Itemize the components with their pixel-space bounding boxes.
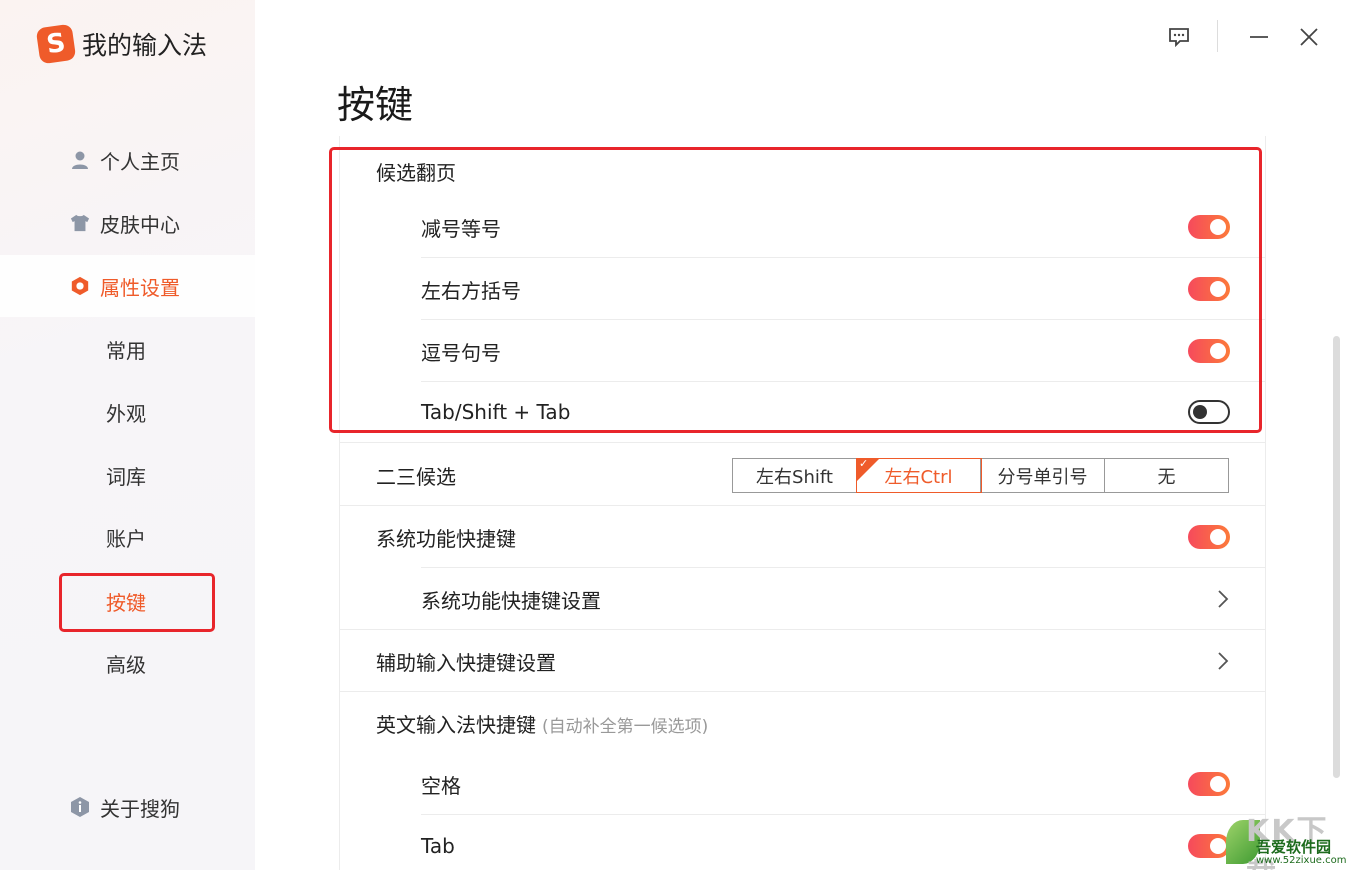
setting-row-second-third-candidate: 二三候选 左右Shift ✓ 左右Ctrl 分号单引号 无 xyxy=(339,444,1266,506)
hexagon-settings-icon xyxy=(70,276,90,296)
sogou-logo-icon: S xyxy=(35,23,77,65)
toggle-switch[interactable] xyxy=(1188,525,1230,549)
chevron-right-icon xyxy=(1216,651,1230,671)
sidebar-item-label: 高级 xyxy=(106,652,146,677)
toggle-knob xyxy=(1210,838,1226,854)
app-title: 我的输入法 xyxy=(82,31,208,60)
watermark-url-text: www.52zixue.com xyxy=(1256,855,1347,866)
minimize-icon[interactable] xyxy=(1244,22,1274,52)
vertical-scrollbar[interactable] xyxy=(1333,336,1340,778)
nav-item-label: 个人主页 xyxy=(100,149,180,174)
segment-option-shift[interactable]: 左右Shift xyxy=(733,459,857,492)
nav-item-skins[interactable]: 皮肤中心 xyxy=(0,192,255,254)
chevron-right-icon xyxy=(1216,589,1230,609)
toggle-switch[interactable] xyxy=(1188,834,1230,858)
titlebar-divider xyxy=(1217,20,1218,52)
segment-label: 左右Ctrl xyxy=(884,466,953,488)
sidebar-item-common[interactable]: 常用 xyxy=(0,318,255,380)
watermark-main-text: 吾爱软件园 xyxy=(1256,838,1332,856)
setting-row-system-shortcut-settings[interactable]: 系统功能快捷键设置 xyxy=(339,568,1266,630)
sidebar-item-label: 词库 xyxy=(106,464,146,489)
setting-label: Tab xyxy=(421,834,455,858)
setting-label: 系统功能快捷键设置 xyxy=(421,588,601,613)
nav-item-label: 皮肤中心 xyxy=(100,212,180,237)
nav-item-properties[interactable]: 属性设置 xyxy=(0,255,255,317)
nav-item-profile[interactable]: 个人主页 xyxy=(0,129,255,191)
setting-label: 空格 xyxy=(421,773,461,798)
segment-label: 左右Shift xyxy=(756,466,833,488)
nav-item-label: 关于搜狗 xyxy=(100,796,180,821)
watermark: KK下载 吾爱软件园 www.52zixue.com xyxy=(1226,806,1350,870)
setting-row-space: 空格 xyxy=(339,753,1266,815)
sidebar-item-label: 账户 xyxy=(106,526,146,551)
sidebar-item-dictionary[interactable]: 词库 xyxy=(0,444,255,506)
sidebar-item-appearance[interactable]: 外观 xyxy=(0,381,255,443)
nav-item-about[interactable]: 关于搜狗 xyxy=(0,776,255,838)
toggle-knob xyxy=(1210,776,1226,792)
setting-label: 英文输入法快捷键 (自动补全第一候选项) xyxy=(376,709,708,738)
person-icon xyxy=(70,150,90,170)
check-icon: ✓ xyxy=(859,457,869,470)
page-title: 按键 xyxy=(337,83,414,127)
sidebar-item-label: 常用 xyxy=(106,338,146,363)
sidebar-item-account[interactable]: 账户 xyxy=(0,506,255,568)
segment-label: 无 xyxy=(1157,466,1176,488)
setting-row-aux-input-settings[interactable]: 辅助输入快捷键设置 xyxy=(339,630,1266,692)
segment-option-none[interactable]: 无 xyxy=(1105,459,1228,492)
segmented-control: 左右Shift ✓ 左右Ctrl 分号单引号 无 xyxy=(732,457,1229,493)
sidebar: S 我的输入法 个人主页 皮肤中心 属性设置 常用 外观 词库 账户 按键 高级 xyxy=(0,0,255,870)
segment-label: 分号单引号 xyxy=(997,466,1088,488)
annotation-highlight-box xyxy=(329,147,1262,433)
app-logo: S 我的输入法 xyxy=(35,23,208,65)
setting-label: 辅助输入快捷键设置 xyxy=(376,650,556,675)
section-header-english-shortcuts: 英文输入法快捷键 (自动补全第一候选项) xyxy=(339,692,1266,754)
setting-hint: (自动补全第一候选项) xyxy=(542,716,709,737)
sidebar-item-label: 外观 xyxy=(106,401,146,426)
toggle-knob xyxy=(1210,529,1226,545)
info-shield-icon xyxy=(70,797,90,817)
setting-row-system-shortcuts: 系统功能快捷键 xyxy=(339,506,1266,568)
toggle-switch[interactable] xyxy=(1188,772,1230,796)
close-icon[interactable] xyxy=(1294,22,1324,52)
annotation-highlight-box xyxy=(59,573,215,632)
feedback-icon[interactable] xyxy=(1164,22,1194,52)
nav-item-label: 属性设置 xyxy=(100,275,180,300)
shirt-icon xyxy=(70,213,90,233)
setting-label: 系统功能快捷键 xyxy=(376,526,516,551)
section-header-label: 英文输入法快捷键 xyxy=(376,712,536,737)
setting-row-tab: Tab xyxy=(339,815,1266,870)
segment-option-ctrl[interactable]: ✓ 左右Ctrl xyxy=(856,457,982,493)
segment-option-semicolon-quote[interactable]: 分号单引号 xyxy=(981,459,1105,492)
setting-label: 二三候选 xyxy=(376,464,456,489)
sidebar-item-advanced[interactable]: 高级 xyxy=(0,632,255,694)
